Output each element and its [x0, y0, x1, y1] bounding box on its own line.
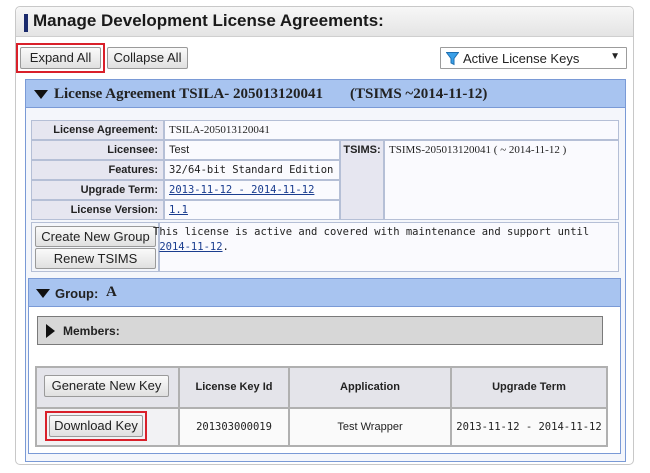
tsims-label: TSIMS: — [340, 140, 384, 220]
expand-all-button[interactable]: Expand All — [20, 47, 101, 69]
column-header-upgrade-term: Upgrade Term — [451, 367, 607, 408]
license-status-message: This license is active and covered with … — [153, 226, 590, 238]
agreement-value: TSILA-205013120041 — [164, 120, 619, 140]
application-cell: Test Wrapper — [289, 408, 451, 446]
group-label: Group: — [55, 286, 99, 301]
upgrade-term-link[interactable]: 2013-11-12 - 2014-11-12 — [169, 184, 314, 196]
license-version-label: License Version: — [31, 200, 164, 220]
create-new-group-button[interactable]: Create New Group — [35, 226, 156, 247]
group-name: A — [106, 284, 117, 300]
panel-title-bar: Manage Development License Agreements: — [16, 7, 633, 37]
license-keys-table: License Key Id Application Upgrade Term … — [35, 366, 608, 447]
download-key-button[interactable]: Download Key — [49, 415, 143, 437]
collapse-triangle-icon[interactable] — [36, 289, 50, 298]
page-title: Manage Development License Agreements: — [33, 11, 384, 30]
license-version-link[interactable]: 1.1 — [169, 204, 188, 216]
key-id-cell: 201303000019 — [179, 408, 289, 446]
licensee-value: Test — [164, 140, 340, 160]
column-header-application: Application — [289, 367, 451, 408]
chevron-down-icon: ▼ — [610, 51, 620, 62]
group-header[interactable]: Group: A — [29, 279, 620, 307]
support-until-date-link[interactable]: 2014-11-12 — [159, 241, 222, 253]
members-section[interactable]: Members: — [37, 316, 603, 345]
group-section: Group: A Members: License Key Id Applica… — [28, 278, 621, 454]
expand-triangle-icon[interactable] — [46, 324, 55, 338]
features-label: Features: — [31, 160, 164, 180]
features-value: 32/64-bit Standard Edition — [164, 160, 340, 180]
upgrade-term-cell: 2013-11-12 - 2014-11-12 — [451, 408, 607, 446]
license-agreement-header[interactable]: License Agreement TSILA- 205013120041 (T… — [26, 80, 625, 108]
upgrade-term-label: Upgrade Term: — [31, 180, 164, 200]
filter-funnel-icon — [446, 52, 459, 66]
license-version-cell: 1.1 — [164, 200, 340, 220]
renew-tsims-button[interactable]: Renew TSIMS — [35, 248, 156, 269]
licensee-label: Licensee: — [31, 140, 164, 160]
manage-licenses-panel: Manage Development License Agreements: E… — [15, 6, 634, 465]
status-period: . — [222, 241, 229, 253]
collapse-triangle-icon[interactable] — [34, 90, 48, 99]
license-agreement-title: License Agreement TSILA- 205013120041 — [54, 86, 324, 102]
license-agreement-tsims-title: (TSIMS ~2014-11-12) — [350, 86, 488, 102]
column-header-key-id: License Key Id — [179, 367, 289, 408]
license-key-filter-select[interactable]: Active License Keys ▼ — [440, 47, 627, 69]
filter-selected-value: Active License Keys — [463, 51, 580, 66]
title-accent-bar — [24, 14, 28, 32]
agreement-label: License Agreement: — [31, 120, 164, 140]
tsims-value: TSIMS-205013120041 ( ~ 2014-11-12 ) — [384, 140, 619, 220]
upgrade-term-cell: 2013-11-12 - 2014-11-12 — [164, 180, 340, 200]
members-label: Members: — [63, 324, 120, 338]
generate-new-key-button[interactable]: Generate New Key — [44, 375, 169, 397]
collapse-all-button[interactable]: Collapse All — [107, 47, 188, 69]
license-status-text: This license is active and covered with … — [153, 225, 593, 255]
